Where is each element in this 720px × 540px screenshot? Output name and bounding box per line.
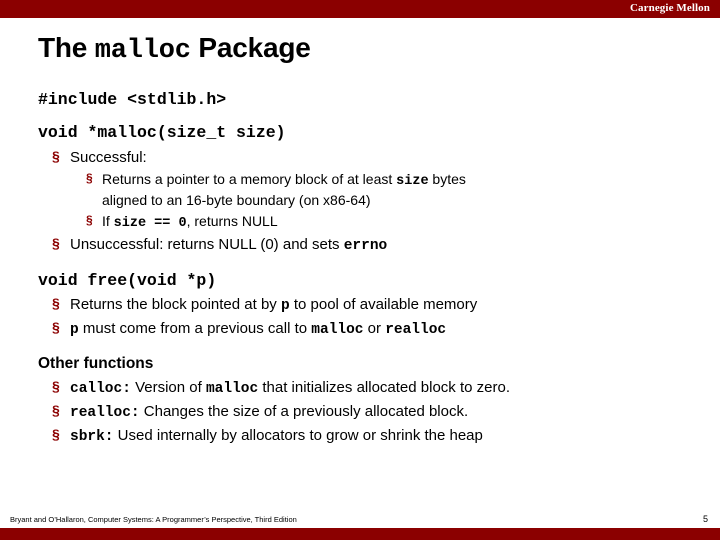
malloc-success-item-1: If size == 0, returns NULL (102, 212, 278, 231)
footer-citation: Bryant and O’Hallaron, Computer Systems:… (10, 515, 297, 524)
code-span: realloc: (70, 405, 140, 422)
section-bullet-icon: § (52, 147, 60, 164)
slide: Carnegie Mellon The malloc Package #incl… (0, 0, 720, 540)
text-span: Returns a pointer to a memory block of a… (102, 170, 397, 187)
code-span: realloc (385, 322, 447, 339)
page-title: The malloc Package (38, 32, 311, 66)
text-span: Unsuccessful: returns NULL (0) and sets (70, 235, 344, 253)
list-item: § Returns a pointer to a memory block of… (82, 170, 698, 211)
code-span: sbrk: (70, 429, 114, 446)
malloc-success-item-0: Returns a pointer to a memory block of a… (102, 171, 466, 208)
text-span: aligned to an 16-byte boundary (on x86-6… (102, 191, 371, 208)
code-span: malloc (205, 381, 259, 398)
page-number: 5 (702, 514, 708, 524)
free-signature: void free(void *p) (38, 270, 217, 290)
section-bullet-icon: § (52, 295, 60, 312)
code-span: size (396, 173, 429, 189)
text-span: Version of (130, 379, 206, 397)
text-span: bytes (428, 170, 466, 187)
other-function-calloc: calloc: Version of malloc that initializ… (70, 379, 510, 398)
include-line: #include <stdlib.h> (38, 90, 227, 109)
malloc-success-label: Successful: (70, 148, 147, 166)
text-span: Changes the size of a previously allocat… (139, 403, 469, 421)
text-span: Used internally by allocators to grow or… (113, 427, 483, 445)
malloc-signature: void *malloc(size_t size) (38, 123, 286, 143)
list-item: § sbrk: Used internally by allocators to… (48, 425, 698, 448)
other-function-realloc: realloc: Changes the size of a previousl… (70, 403, 469, 422)
text-span: must come from a previous call to (78, 320, 312, 338)
title-mono: malloc (94, 36, 191, 66)
list-item: § realloc: Changes the size of a previou… (48, 401, 698, 424)
section-bullet-icon: § (86, 212, 93, 227)
text-span: Returns the block pointed at by (70, 296, 281, 314)
list-item: § If size == 0, returns NULL (82, 212, 698, 233)
list-item: § Returns the block pointed at by p to p… (48, 294, 698, 317)
text-span: , returns NULL (186, 212, 278, 229)
free-item-1: p must come from a previous call to mall… (70, 320, 447, 339)
text-span: to pool of available memory (289, 296, 478, 314)
code-span: p (70, 322, 79, 339)
section-bullet-icon: § (52, 319, 60, 336)
section-bullet-icon: § (52, 378, 60, 395)
code-span: errno (343, 237, 388, 254)
title-prefix: The (38, 32, 95, 63)
text-span: If (102, 212, 114, 229)
section-bullet-icon: § (52, 402, 60, 419)
section-bullet-icon: § (86, 170, 93, 185)
section-bullet-icon: § (52, 426, 60, 443)
title-suffix: Package (190, 32, 311, 63)
top-banner: Carnegie Mellon (0, 0, 720, 18)
code-span: size == 0 (113, 215, 187, 231)
code-span: p (280, 298, 290, 315)
malloc-unsuccessful-text: Unsuccessful: returns NULL (0) and sets … (70, 235, 388, 254)
section-bullet-icon: § (52, 234, 60, 251)
list-item: § p must come from a previous call to ma… (48, 318, 698, 341)
text-span: or (363, 320, 386, 338)
slide-body: #include <stdlib.h> void *malloc(size_t … (38, 88, 698, 448)
list-item: § calloc: Version of malloc that initial… (48, 377, 698, 400)
free-item-0: Returns the block pointed at by p to poo… (70, 296, 478, 315)
brand-label: Carnegie Mellon (629, 2, 710, 14)
list-item: § Unsuccessful: returns NULL (0) and set… (48, 234, 698, 257)
code-span: malloc (311, 322, 364, 339)
text-span: that initializes allocated block to zero… (258, 379, 510, 397)
code-span: calloc: (70, 381, 131, 398)
bottom-banner (0, 528, 720, 540)
other-function-sbrk: sbrk: Used internally by allocators to g… (70, 427, 483, 446)
other-functions-heading: Other functions (38, 355, 154, 373)
list-item: § Successful: (48, 147, 698, 169)
